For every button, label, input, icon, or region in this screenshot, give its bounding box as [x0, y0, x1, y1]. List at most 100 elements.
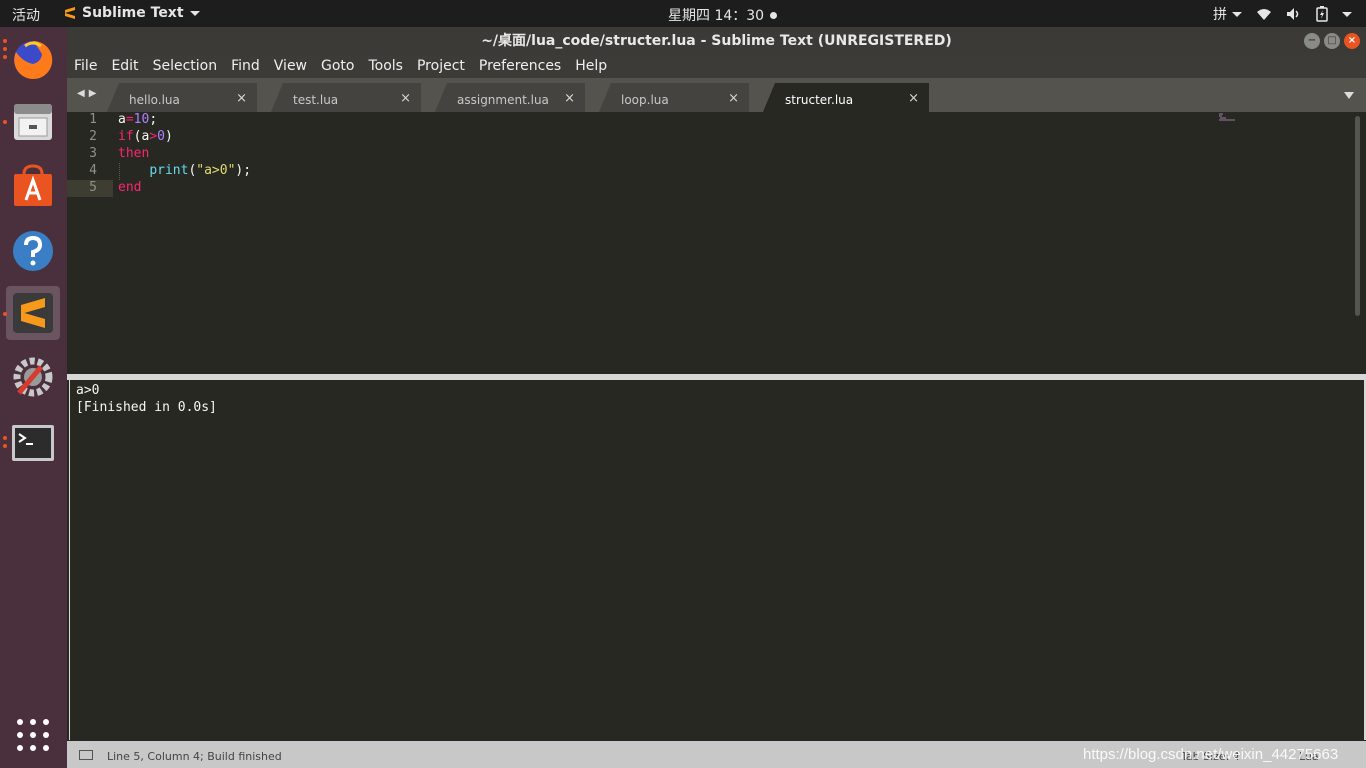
token-string: "a>0"	[196, 163, 236, 178]
system-menu-chevron-icon[interactable]	[1342, 11, 1352, 17]
menu-file[interactable]: File	[74, 55, 104, 78]
dock-item-terminal[interactable]	[6, 416, 60, 470]
dock-item-firefox[interactable]	[6, 33, 60, 87]
running-indicator	[3, 436, 7, 440]
output-line: [Finished in 0.0s]	[76, 400, 217, 415]
code-line-4: print("a>0");	[118, 163, 251, 178]
tab-bar: ◀▶ hello.lua × test.lua × assignment.lua…	[67, 78, 1366, 112]
watermark: https://blog.csdn.net/weixin_44275663	[1083, 746, 1339, 763]
activities-button[interactable]: 活动	[12, 5, 40, 25]
menu-preferences[interactable]: Preferences	[479, 55, 568, 78]
menu-bar: File Edit Selection Find View Goto Tools…	[67, 55, 1366, 78]
menu-goto[interactable]: Goto	[321, 55, 361, 78]
clock[interactable]: 星期四 14：30	[668, 5, 778, 25]
window-controls: − □ ×	[1304, 33, 1360, 49]
tab-close-icon[interactable]: ×	[400, 91, 411, 106]
dock-item-files[interactable]	[6, 95, 60, 149]
show-applications-icon[interactable]	[17, 719, 49, 751]
line-number: 2	[89, 129, 97, 144]
software-center-icon	[14, 164, 52, 206]
dock-item-settings[interactable]	[6, 350, 60, 404]
build-output-panel[interactable]: a>0 [Finished in 0.0s]	[69, 380, 1366, 740]
close-icon[interactable]: ×	[1344, 33, 1360, 49]
tab-scroll-arrows-icon[interactable]: ◀▶	[77, 88, 100, 99]
tab-loop-lua[interactable]: loop.lua ×	[599, 83, 749, 112]
tab-test-lua[interactable]: test.lua ×	[271, 83, 421, 112]
battery-icon[interactable]	[1316, 6, 1328, 22]
tab-label: hello.lua	[129, 93, 180, 107]
token: )	[164, 129, 173, 144]
input-method-indicator[interactable]: 拼	[1213, 4, 1242, 24]
app-menu[interactable]: Sublime Text	[64, 5, 200, 21]
system-top-bar: 活动 Sublime Text 星期四 14：30 拼	[0, 0, 1366, 27]
dock-item-software[interactable]	[6, 159, 60, 213]
sublime-logo-icon	[65, 7, 75, 19]
system-tray: 拼	[1213, 4, 1352, 24]
code-line-5: end	[118, 180, 141, 195]
running-indicator	[3, 312, 7, 316]
chevron-down-icon	[1232, 11, 1242, 17]
token: );	[235, 163, 252, 178]
line-number: 4	[89, 163, 97, 178]
dock-item-sublime-text[interactable]	[6, 286, 60, 340]
token-function: print	[149, 163, 189, 178]
running-indicator	[3, 55, 7, 59]
status-bar: Line 5, Column 4; Build finished Tab Siz…	[67, 741, 1366, 768]
running-indicator	[3, 39, 7, 43]
window-title: ~/桌面/lua_code/structer.lua - Sublime Tex…	[481, 33, 952, 49]
menu-help[interactable]: Help	[575, 55, 614, 78]
firefox-icon	[14, 40, 53, 79]
status-message: Line 5, Column 4; Build finished	[107, 750, 282, 763]
tab-label: assignment.lua	[457, 93, 549, 107]
tab-hello-lua[interactable]: hello.lua ×	[107, 83, 257, 112]
chevron-down-icon	[189, 10, 200, 16]
menu-view[interactable]: View	[274, 55, 314, 78]
token-number: 0	[157, 129, 165, 144]
tab-assignment-lua[interactable]: assignment.lua ×	[435, 83, 585, 112]
line-number: 1	[89, 112, 97, 127]
tab-close-icon[interactable]: ×	[728, 91, 739, 106]
line-number: 3	[89, 146, 97, 161]
tab-structer-lua[interactable]: structer.lua ×	[763, 83, 929, 112]
tab-label: test.lua	[293, 93, 339, 107]
panel-toggle-icon[interactable]	[79, 750, 93, 760]
app-menu-label: Sublime Text	[82, 5, 184, 21]
running-indicator	[3, 47, 7, 51]
clock-text: 星期四 14：30	[668, 8, 765, 24]
menu-selection[interactable]: Selection	[153, 55, 225, 78]
menu-find[interactable]: Find	[231, 55, 267, 78]
running-indicator	[3, 120, 7, 124]
window-titlebar[interactable]: ~/桌面/lua_code/structer.lua - Sublime Tex…	[67, 27, 1366, 55]
token-keyword: end	[118, 180, 142, 195]
tab-close-icon[interactable]: ×	[564, 91, 575, 106]
output-line: a>0	[76, 383, 100, 398]
token: (a	[133, 129, 150, 144]
tab-list-dropdown-icon[interactable]	[1344, 92, 1354, 99]
token-number: 10	[133, 112, 150, 127]
token: a	[118, 112, 126, 127]
tab-close-icon[interactable]: ×	[908, 91, 919, 106]
files-icon	[14, 104, 52, 140]
token-keyword: if	[118, 129, 134, 144]
token-operator: >	[149, 129, 158, 144]
maximize-icon[interactable]: □	[1324, 33, 1340, 49]
notification-dot-icon	[770, 11, 778, 19]
dock-item-help[interactable]	[6, 224, 60, 278]
editor-scrollbar[interactable]	[1355, 116, 1360, 316]
volume-icon[interactable]	[1286, 7, 1302, 21]
menu-tools[interactable]: Tools	[368, 55, 410, 78]
dock	[0, 27, 67, 768]
code-line-3: then	[118, 146, 149, 161]
code-editor[interactable]: 1 2 3 4 5 a=10; if(a>0) then print("a>0"…	[67, 112, 1366, 374]
sublime-text-icon	[13, 293, 53, 333]
wifi-icon[interactable]	[1256, 7, 1272, 21]
help-icon	[13, 231, 53, 271]
tab-close-icon[interactable]: ×	[236, 91, 247, 106]
line-number: 5	[89, 180, 97, 195]
menu-project[interactable]: Project	[417, 55, 472, 78]
minimap[interactable]	[1217, 112, 1237, 122]
minimize-icon[interactable]: −	[1304, 33, 1320, 49]
menu-edit[interactable]: Edit	[111, 55, 145, 78]
token: ;	[149, 112, 158, 127]
